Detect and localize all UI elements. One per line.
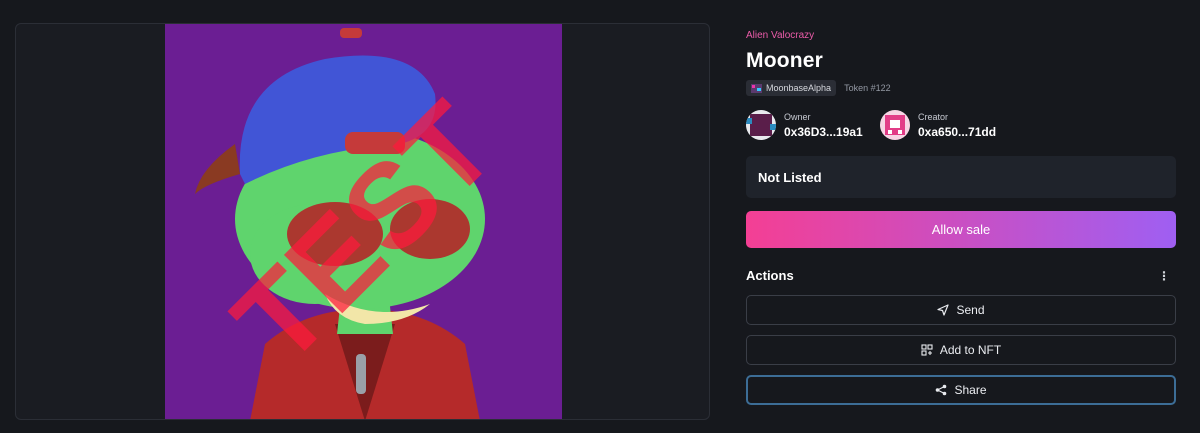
more-options-icon[interactable]: ⋮ [1158,269,1176,283]
listing-status: Not Listed [746,156,1176,198]
share-button[interactable]: Share [746,375,1176,405]
add-to-nft-label: Add to NFT [939,343,1002,357]
creator-address: 0xa650...71dd [918,124,997,139]
send-icon [937,304,950,316]
owner-label: Owner [784,111,811,122]
share-icon [936,384,947,396]
nft-artwork-image: TEST [165,24,562,419]
actions-header: Actions ⋮ [746,268,1176,283]
nft-media-viewer: TEST [15,23,710,420]
send-button[interactable]: Send [746,295,1176,325]
collection-link[interactable]: Alien Valocrazy [746,30,1176,41]
add-nft-icon [921,344,933,356]
creator-avatar [880,110,910,140]
chain-name: MoonbaseAlpha [766,83,832,93]
creator-info[interactable]: Creator 0xa650...71dd [880,110,1014,140]
chain-badge: MoonbaseAlpha [746,80,837,96]
send-label: Send [956,303,985,317]
owner-avatar [746,110,776,140]
allow-sale-button[interactable]: Allow sale [746,211,1176,248]
share-label: Share [954,383,987,397]
owner-info[interactable]: Owner 0x36D3...19a1 [746,110,880,140]
chain-token-row: MoonbaseAlpha Token #122 [746,80,1176,96]
nft-details-panel: Alien Valocrazy Mooner MoonbaseAlpha Tok… [746,28,1176,405]
add-to-nft-button[interactable]: Add to NFT [746,335,1176,365]
moonbase-chain-icon [751,83,762,93]
token-id: Token #122 [844,83,891,93]
owner-address: 0x36D3...19a1 [784,124,863,139]
creator-label: Creator [918,111,949,122]
nft-title: Mooner [746,49,824,72]
actions-title: Actions [746,268,794,283]
owner-creator-row: Owner 0x36D3...19a1 Creator 0xa650...71d… [746,110,1176,140]
